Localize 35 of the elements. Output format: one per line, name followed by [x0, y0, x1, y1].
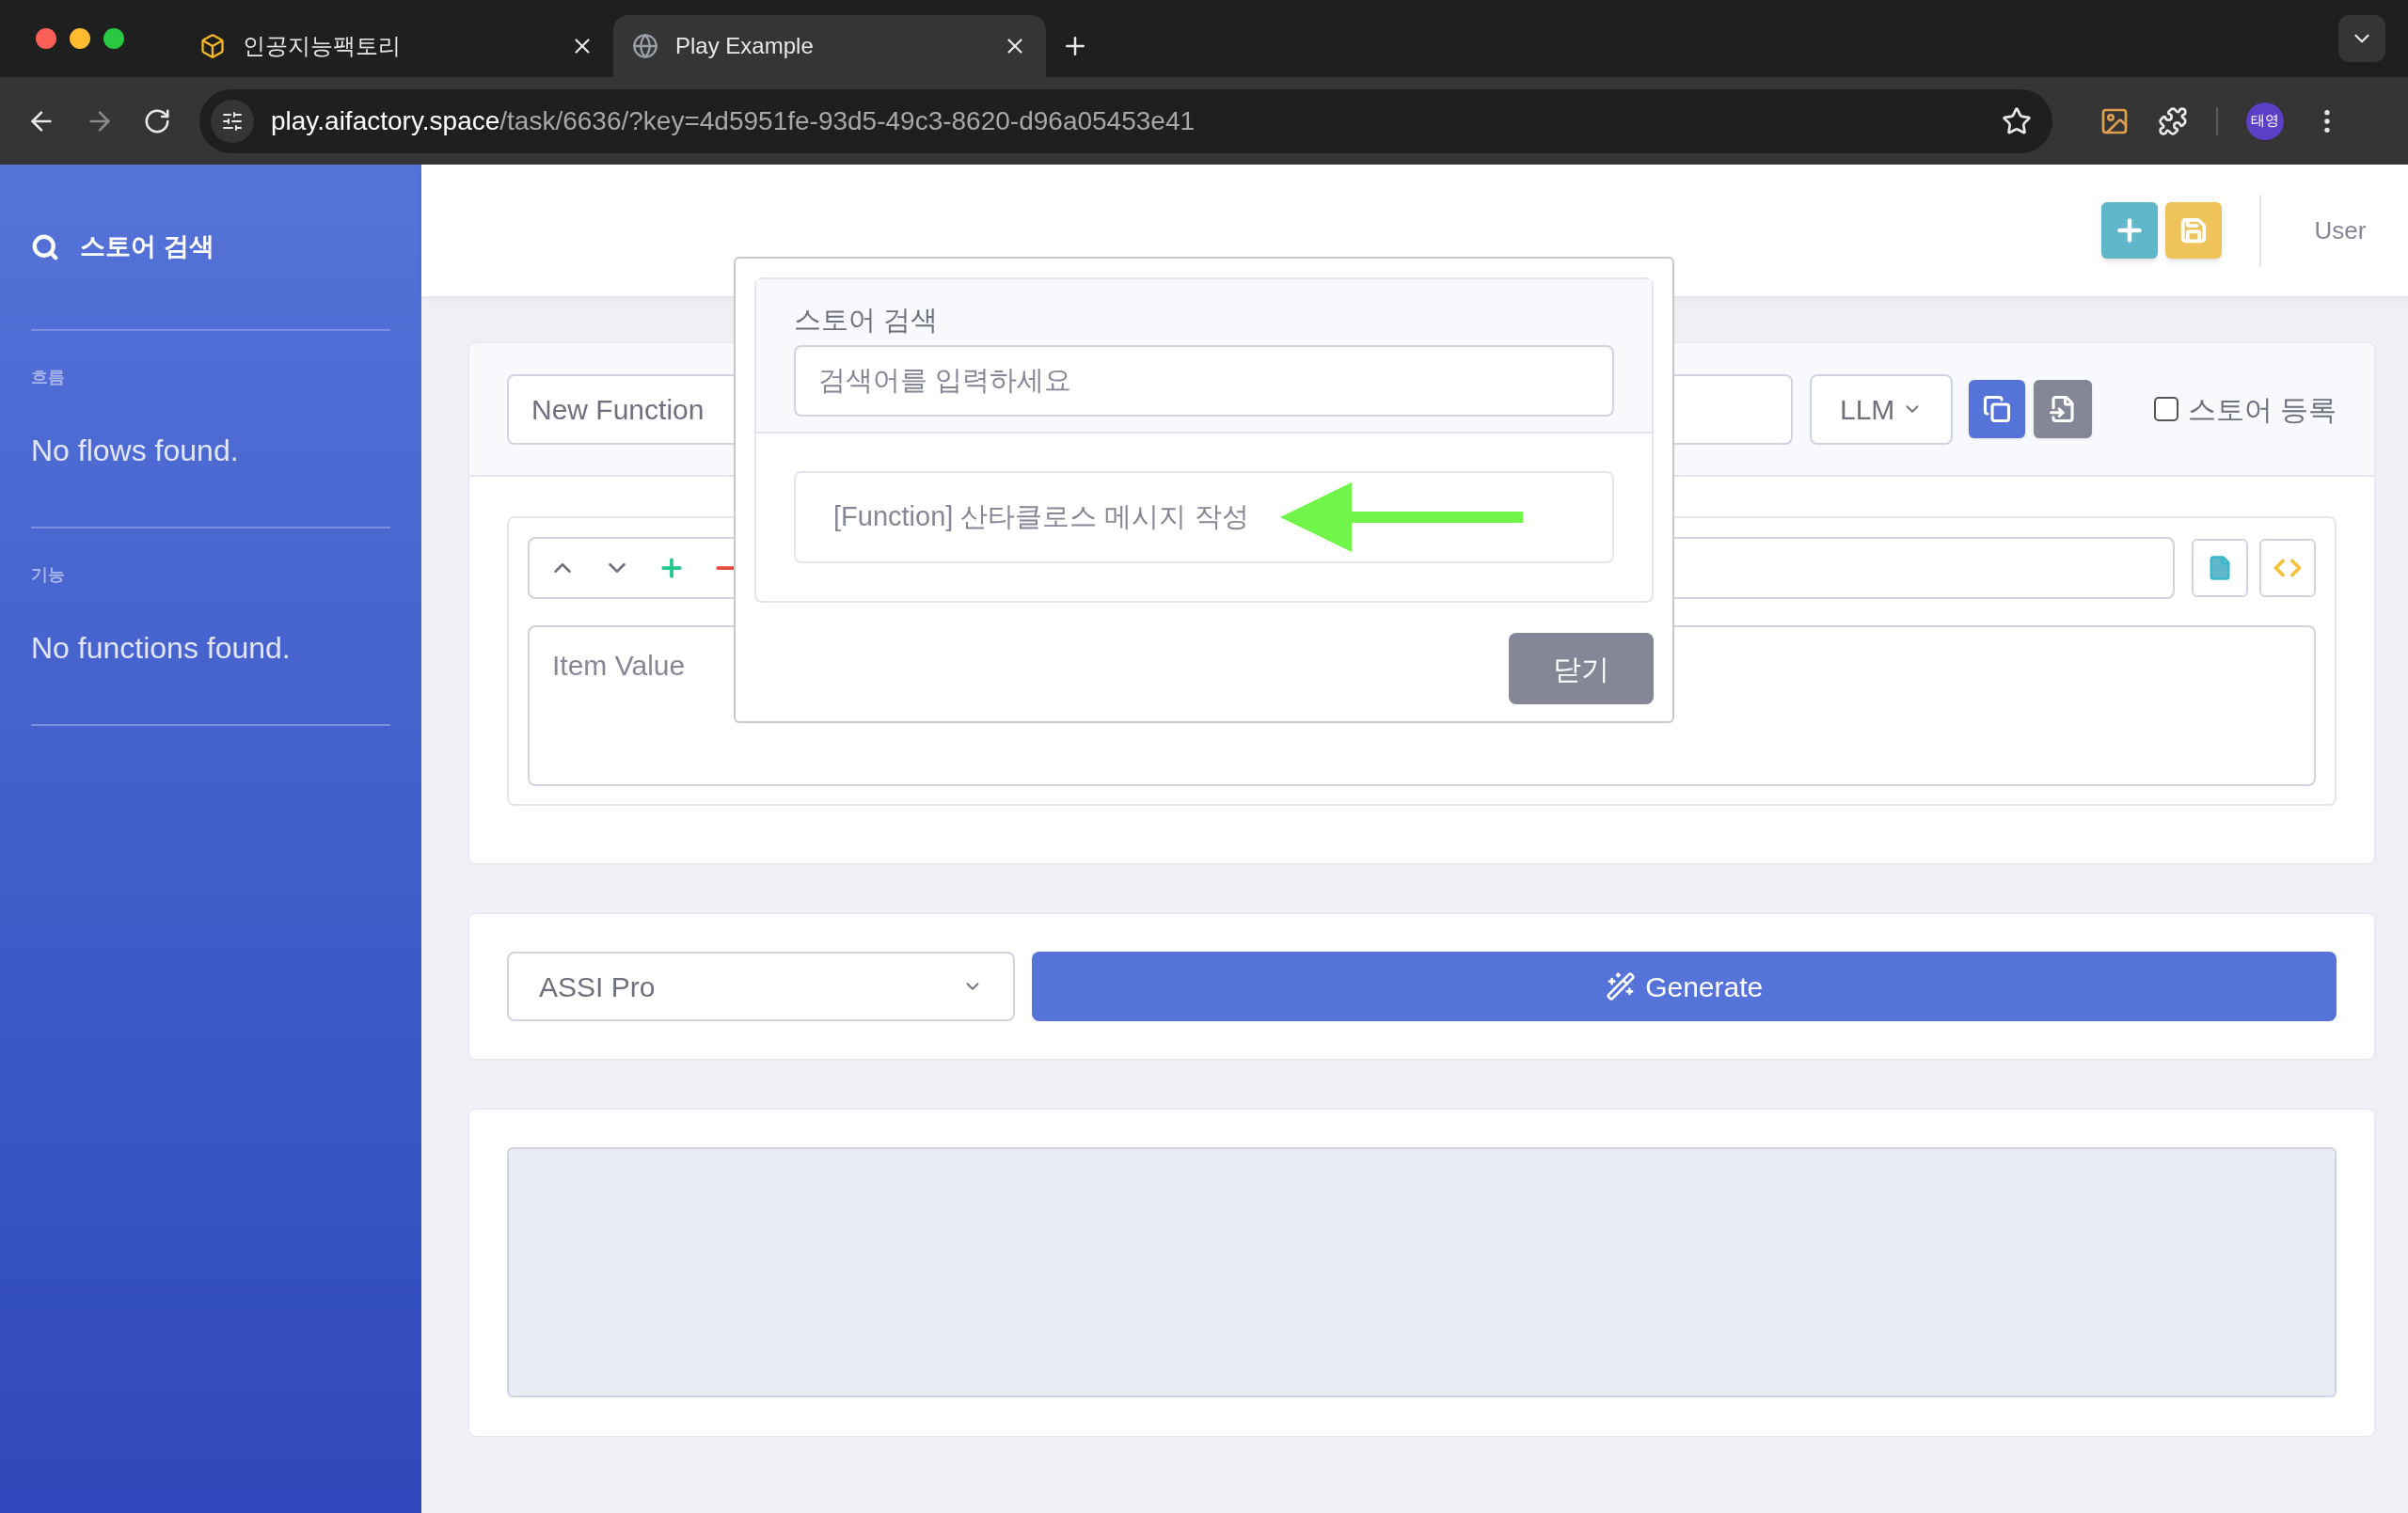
site-settings-icon[interactable] — [221, 109, 244, 133]
browser-tab[interactable]: 인공지능팩토리 — [181, 15, 613, 77]
tab-title: Play Example — [675, 32, 815, 60]
tab-search-button[interactable] — [2338, 15, 2385, 62]
empty-message: No functions found. — [31, 630, 292, 667]
output-field[interactable] — [507, 1147, 2337, 1397]
generate-button[interactable]: Generate — [1032, 952, 2337, 1021]
magic-wand-icon — [1606, 971, 1637, 1001]
checkbox-label: 스토어 등록 — [2188, 392, 2337, 427]
url-text: play.aifactory.space/task/6636/?key=4d5951fe-93d5-49c3-8620-d96a05453e41 — [271, 104, 1196, 137]
store-search-field[interactable]: 검색어를 입력하세요 — [794, 344, 1614, 417]
section-heading: 기능 — [31, 564, 66, 586]
section-heading: 흐름 — [31, 367, 66, 388]
copy-button[interactable] — [1969, 380, 2025, 438]
type-select[interactable]: LLM — [1810, 373, 1953, 445]
empty-message: No flows found. — [31, 433, 240, 469]
profile-avatar[interactable]: 태영 — [2246, 102, 2284, 140]
file-import-icon — [2049, 395, 2077, 423]
tab-title: 인공지능팩토리 — [243, 32, 402, 60]
copy-icon — [1983, 395, 2011, 423]
user-link[interactable]: User — [2314, 212, 2367, 249]
extensions-icon[interactable] — [2158, 105, 2188, 136]
globe-icon — [632, 33, 658, 59]
close-button[interactable]: 닫기 — [1509, 633, 1654, 704]
browser-tab[interactable]: Play Example — [613, 15, 1046, 77]
bookmark-star-icon[interactable] — [2002, 105, 2032, 136]
cube-icon — [199, 33, 226, 59]
store-search-link[interactable]: 스토어 검색 — [31, 165, 390, 331]
store-checkbox[interactable] — [2154, 397, 2178, 421]
model-select[interactable]: ASSI Pro — [507, 952, 1015, 1021]
search-icon — [31, 232, 59, 261]
modal-title: 스토어 검색 — [794, 304, 940, 337]
address-bar[interactable]: play.aifactory.space/task/6636/?key=4d5951fe-93d5-49c3-8620-d96a05453e41 — [199, 88, 2052, 153]
import-button[interactable] — [2034, 380, 2092, 438]
search-result-item[interactable]: [Function] 산타클로스 메시지 작성 — [794, 471, 1614, 563]
